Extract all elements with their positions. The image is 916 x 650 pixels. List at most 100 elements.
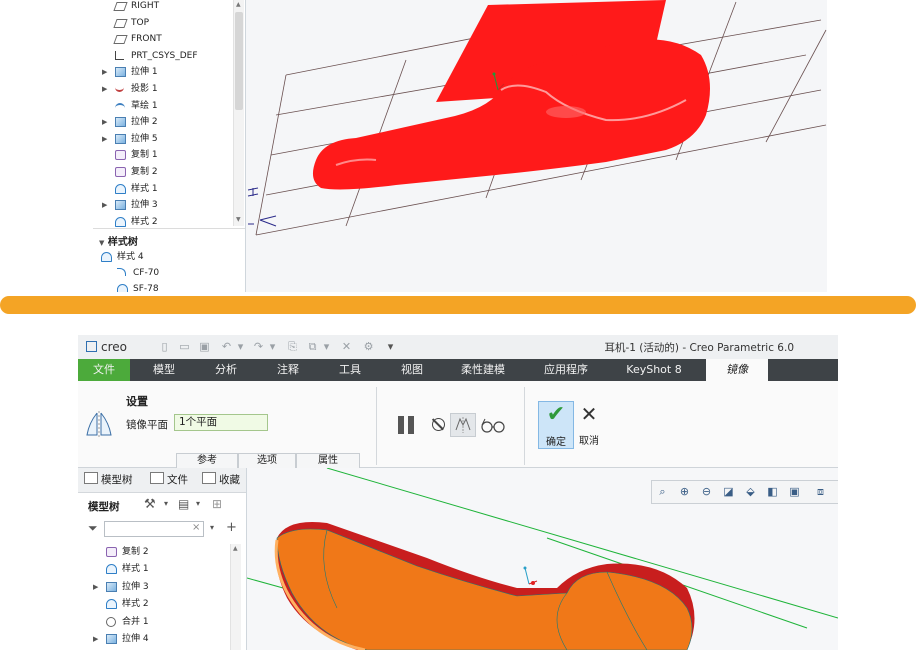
customize-dropdown-icon[interactable]: ▾ [384,340,397,353]
expand-arrow-icon[interactable]: ▶ [102,114,110,130]
tree-item-label: SF-78 [133,284,159,292]
search-dropdown-icon[interactable]: ▾ [210,523,214,532]
tab-analysis[interactable]: 分析 [200,359,252,381]
tree-item-label: 复制 1 [131,150,158,161]
pause-button[interactable] [396,415,418,435]
tree-item-label: 样式 2 [122,599,149,610]
tree-search-input[interactable] [104,521,204,537]
expand-arrow-icon[interactable]: ▶ [102,81,110,97]
tree-item-label: TOP [131,17,150,28]
zoom-out-icon[interactable]: ⊖ [700,485,713,498]
show-icon[interactable]: ▤ [178,497,189,511]
verify-glasses-button[interactable] [480,417,506,433]
redo-dropdown-icon[interactable]: ▾ [266,340,279,353]
tab-keyshot[interactable]: KeyShot 8 [618,359,690,381]
settings-group-label: 设置 [126,395,148,408]
scrollbar-thumb[interactable] [235,12,243,110]
ribbon-separator-2 [524,387,525,465]
display-style-icon[interactable]: ◧ [766,485,779,498]
no-preview-button[interactable] [432,418,445,431]
model-tree-tab-label: 模型树 [101,474,133,486]
undo-icon[interactable]: ↶ [220,340,233,353]
ok-button[interactable]: ✔ 确定 [538,401,574,449]
filter-icon[interactable]: ⏷ [88,521,98,536]
open-file-icon[interactable]: ▭ [178,340,191,353]
style-tree-title: 样式树 [107,237,138,248]
model-tree-panel: 模型树 文件 收藏 模型树 ⚒ ▾ ▤ ▾ ⊞ ⏷ × ▾ + 复制 2 样式 1… [78,468,247,650]
expand-arrow-icon[interactable]: ▶ [93,631,101,647]
model-tree-icon [84,472,98,484]
references-tab[interactable]: 参考 [176,453,238,468]
tab-model[interactable]: 模型 [138,359,190,381]
model-tree-scrollbar[interactable]: ▲ [230,544,241,650]
regenerate-icon[interactable]: ⎘ [286,340,299,353]
mirror-plane-collector[interactable]: 1个平面 [174,414,268,431]
save-icon[interactable]: ▣ [198,340,211,353]
style-icon [106,599,117,610]
settings-dropdown-icon[interactable]: ▾ [164,499,168,508]
saved-views-icon[interactable]: ▣ [788,485,801,498]
tab-view[interactable]: 视图 [386,359,438,381]
show-dropdown-icon[interactable]: ▾ [196,499,200,508]
tree-settings-icon[interactable]: ⚒ [144,497,156,512]
top-screenshot: RIGHT TOP FRONT PRT_CSYS_DEF ▶ 拉伸 1 ▶ 投影 1 草绘 1 ▶… [93,0,827,292]
style-tree-heading[interactable]: ▼ 样式树 [99,233,138,248]
mirror-ribbon: 设置 镜像平面 1个平面 参考 选项 属性 ✔ 确定 ✕ 取消 [78,381,838,468]
tree-columns-icon[interactable]: ⊞ [212,497,222,511]
tab-files[interactable]: 文件 [150,472,188,488]
glasses-icon [481,418,505,433]
tab-file[interactable]: 文件 [78,359,130,381]
tab-applications[interactable]: 应用程序 [534,359,598,381]
tab-annotate[interactable]: 注释 [262,359,314,381]
undo-dropdown-icon[interactable]: ▾ [234,340,247,353]
style-icon [101,252,112,262]
red-surface-model [312,0,710,190]
extrude-icon [115,200,126,211]
expand-arrow-icon[interactable]: ▶ [93,579,101,595]
tab-tools[interactable]: 工具 [324,359,376,381]
tab-mirror[interactable]: 镜像 [706,359,768,381]
windows-dropdown-icon[interactable]: ▾ [320,340,333,353]
tab-favorites[interactable]: 收藏 [202,472,244,488]
tab-flexible-modeling[interactable]: 柔性建模 [452,359,514,381]
scroll-down-icon[interactable]: ▼ [236,216,241,223]
extrude-icon [115,117,126,128]
extrude-icon [115,133,126,144]
properties-tab[interactable]: 属性 [296,453,360,468]
cancel-button[interactable]: ✕ 取消 [576,401,602,447]
redo-icon[interactable]: ↷ [252,340,265,353]
tree-item-label: PRT_CSYS_DEF [131,50,198,61]
repaint-icon[interactable]: ◪ [722,485,735,498]
tab-model-tree[interactable]: 模型树 [84,472,133,488]
windows-icon[interactable]: ⧉ [306,340,319,353]
tree-item-label: 样式 1 [131,183,158,194]
graphics-viewport[interactable]: ⌕ ⊕ ⊖ ◪ ⬙ ◧ ▣ ⧈ [246,467,838,650]
zoom-in-icon[interactable]: ⊕ [678,485,691,498]
scroll-up-icon[interactable]: ▲ [236,1,241,8]
tree-toolbar: 模型树 ⚒ ▾ ▤ ▾ ⊞ [78,493,246,517]
view-manager-icon[interactable]: ⧈ [814,485,827,498]
perspective-icon[interactable]: ⬙ [744,485,757,498]
graphics-viewport[interactable] [246,0,827,292]
collapse-icon[interactable]: ▼ [99,239,104,247]
new-file-icon[interactable]: ▯ [158,340,171,353]
options-tab[interactable]: 选项 [238,453,296,468]
expand-arrow-icon[interactable]: ▶ [102,131,110,147]
add-filter-icon[interactable]: + [226,520,237,535]
close-window-icon[interactable]: ✕ [340,340,353,353]
scroll-up-icon[interactable]: ▲ [233,545,238,552]
bottom-screenshot: creo ▯ ▭ ▣ ↶ ▾ ↷ ▾ ⎘ ⧉ ▾ ✕ ⚙ ▾ 耳机-1 (活动的… [78,335,838,650]
quick-access-icon[interactable]: ⚙ [362,340,375,353]
projection-icon [115,85,124,92]
expand-arrow-icon[interactable]: ▶ [102,197,110,213]
preview-icon [455,417,471,433]
style-icon [115,183,126,194]
refit-icon[interactable]: ⌕ [656,485,669,498]
expand-arrow-icon[interactable]: ▶ [102,64,110,80]
creo-logo-icon [86,341,97,352]
attach-preview-button[interactable] [450,413,476,437]
model-tree-scrollbar[interactable]: ▲ ▼ [233,0,244,226]
clear-search-icon[interactable]: × [192,522,200,533]
mirror-feature-icon [86,411,112,437]
tree-item-label: FRONT [131,34,162,45]
